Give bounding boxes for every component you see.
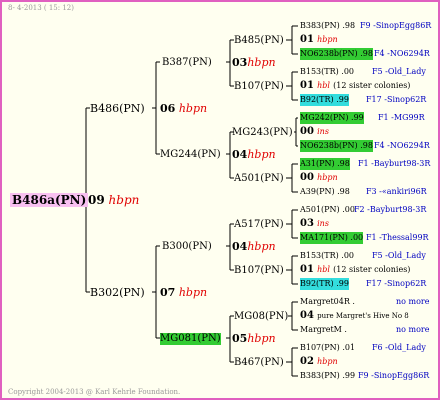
g2-num-1: 06 [160, 102, 176, 115]
g3-brood-type-2: hbpn [247, 148, 276, 161]
g5-queen-13[interactable]: Margret04R . [300, 296, 355, 308]
g2-brood-type-1: hbpn [178, 102, 208, 115]
root-num: 09 [88, 193, 105, 207]
root-brood-type: hbpn [108, 193, 140, 207]
g4-queen-4[interactable]: A501(PN) [234, 173, 284, 185]
g4-brood-5: 03 ins [300, 218, 329, 230]
g3-queen-4[interactable]: MG081(PN) [160, 333, 221, 345]
g5-line-2: F4 -NO6294R [374, 49, 430, 58]
g4-brood-type-4: hbpn [317, 173, 338, 182]
g4-num-8: 02 [300, 356, 314, 367]
g5-queen-4[interactable]: B92(TR) .99 [300, 94, 349, 106]
g5-line-11: F5 -Old_Lady [372, 251, 426, 260]
g3-brood-type-3: hbpn [247, 240, 276, 253]
g5-line-9: F2 -Bayburt98-3R [354, 205, 427, 214]
g4-brood-3: 00 ins [300, 126, 329, 138]
g5-line-14: no more [396, 325, 430, 334]
pedigree-panel: 8- 4-2013 ( 15: 12) B486a(PN) 09 hbpn B4… [0, 0, 440, 400]
g5-line-3: F5 -Old_Lady [372, 67, 426, 76]
g5-queen-6[interactable]: NO6238b(PN) .98 [300, 140, 373, 152]
g5-line-13: no more [396, 297, 430, 306]
g5-line-5: F1 -MG99R [378, 113, 425, 122]
g4-num-7: 04 [300, 310, 314, 321]
g3-brood-3: 04hbpn [232, 240, 276, 253]
g5-queen-11[interactable]: B153(TR) .00 [300, 250, 354, 262]
g4-brood-2: 01 hbl (12 sister colonies) [300, 80, 410, 92]
g3-num-2: 04 [232, 148, 248, 161]
g4-brood-7: 04 pure Margret's Hive No 8 [300, 310, 409, 322]
g5-line-8: F3 -«ankiri96R [366, 187, 427, 196]
g4-queen-5[interactable]: A517(PN) [234, 219, 284, 231]
g5-line-10: F1 -Thessal99R [366, 233, 429, 242]
g2-brood-1: 06 hbpn [160, 102, 207, 115]
g5-queen-2[interactable]: NO6238b(PN) .98 [300, 48, 373, 60]
g4-num-4: 00 [300, 172, 314, 183]
g3-brood-1: 03hbpn [232, 56, 276, 69]
g2-brood-2: 07 hbpn [160, 286, 207, 299]
g2-brood-type-2: hbpn [178, 286, 208, 299]
g4-queen-8[interactable]: B467(PN) [234, 357, 284, 369]
g2-queen-1[interactable]: B486(PN) [90, 102, 145, 115]
g5-queen-12[interactable]: B92(TR) .99 [300, 278, 349, 290]
g4-num-2: 01 [300, 80, 314, 91]
g4-num-5: 03 [300, 218, 314, 229]
g4-brood-6: 01 hbl (12 sister colonies) [300, 264, 410, 276]
g4-brood-type-8: hbpn [317, 357, 338, 366]
copyright-footer: Copyright 2004-2013 @ Karl Kehrle Founda… [8, 388, 181, 396]
g3-brood-4: 05hbpn [232, 332, 276, 345]
g4-brood-1: 01 hbpn [300, 34, 338, 46]
g5-queen-14[interactable]: MargretM . [300, 324, 347, 336]
g5-queen-10[interactable]: MA171(PN) .00 [300, 232, 364, 244]
g3-num-1: 03 [232, 56, 248, 69]
g5-queen-16[interactable]: B383(PN) .99 [300, 370, 355, 382]
g4-note-6: (12 sister colonies) [333, 265, 411, 274]
g3-num-3: 04 [232, 240, 248, 253]
g5-line-16: F9 -SinopEgg86R [358, 371, 430, 380]
g5-queen-8[interactable]: A39(PN) .98 [300, 186, 350, 198]
g3-queen-2[interactable]: MG244(PN) [160, 149, 221, 161]
g4-note-2: (12 sister colonies) [333, 81, 411, 90]
g5-queen-7[interactable]: A31(PN) .98 [300, 158, 350, 170]
g5-queen-3[interactable]: B153(TR) .00 [300, 66, 354, 78]
g4-num-6: 01 [300, 264, 314, 275]
g5-line-12: F17 -Sinop62R [366, 279, 427, 288]
g4-queen-3[interactable]: MG243(PN) [232, 127, 293, 139]
g4-num-1: 01 [300, 34, 314, 45]
timestamp-header: 8- 4-2013 ( 15: 12) [8, 4, 74, 12]
g4-brood-type-6: hbl [317, 265, 330, 274]
g3-brood-type-1: hbpn [247, 56, 276, 69]
g5-line-15: F6 -Old_Lady [372, 343, 426, 352]
g3-num-4: 05 [232, 332, 248, 345]
g4-brood-type-2: hbl [317, 81, 330, 90]
root-brood: 09 hbpn [88, 193, 139, 207]
g4-brood-type-5: ins [317, 219, 329, 228]
g5-queen-9[interactable]: A501(PN) .00 [300, 204, 355, 216]
g4-brood-type-7: pure Margret's Hive No 8 [317, 312, 409, 320]
g4-brood-type-1: hbpn [317, 35, 338, 44]
g3-brood-type-4: hbpn [247, 332, 276, 345]
g5-line-7: F1 -Bayburt98-3R [358, 159, 431, 168]
g5-queen-5[interactable]: MG242(PN) .99 [300, 112, 364, 124]
g4-brood-type-3: ins [317, 127, 329, 136]
g4-num-3: 00 [300, 126, 314, 137]
g5-line-6: F4 -NO6294R [374, 141, 430, 150]
g4-queen-7[interactable]: MG08(PN) [234, 311, 288, 323]
g3-queen-1[interactable]: B387(PN) [162, 57, 212, 69]
g5-queen-1[interactable]: B383(PN) .98 [300, 20, 355, 32]
g3-brood-2: 04hbpn [232, 148, 276, 161]
root-queen[interactable]: B486a(PN) [10, 192, 89, 208]
g4-brood-4: 00 hbpn [300, 172, 338, 184]
g5-line-4: F17 -Sinop62R [366, 95, 427, 104]
g2-num-2: 07 [160, 286, 176, 299]
g2-queen-2[interactable]: B302(PN) [90, 286, 145, 299]
g4-queen-2[interactable]: B107(PN) [234, 81, 284, 93]
g5-line-1: F9 -SinopEgg86R [360, 21, 432, 30]
g5-queen-15[interactable]: B107(PN) .01 [300, 342, 355, 354]
g3-queen-3[interactable]: B300(PN) [162, 241, 212, 253]
g4-queen-1[interactable]: B485(PN) [234, 35, 284, 47]
g4-brood-8: 02 hbpn [300, 356, 338, 368]
g4-queen-6[interactable]: B107(PN) [234, 265, 284, 277]
root-label: B486a(PN) [10, 193, 89, 207]
